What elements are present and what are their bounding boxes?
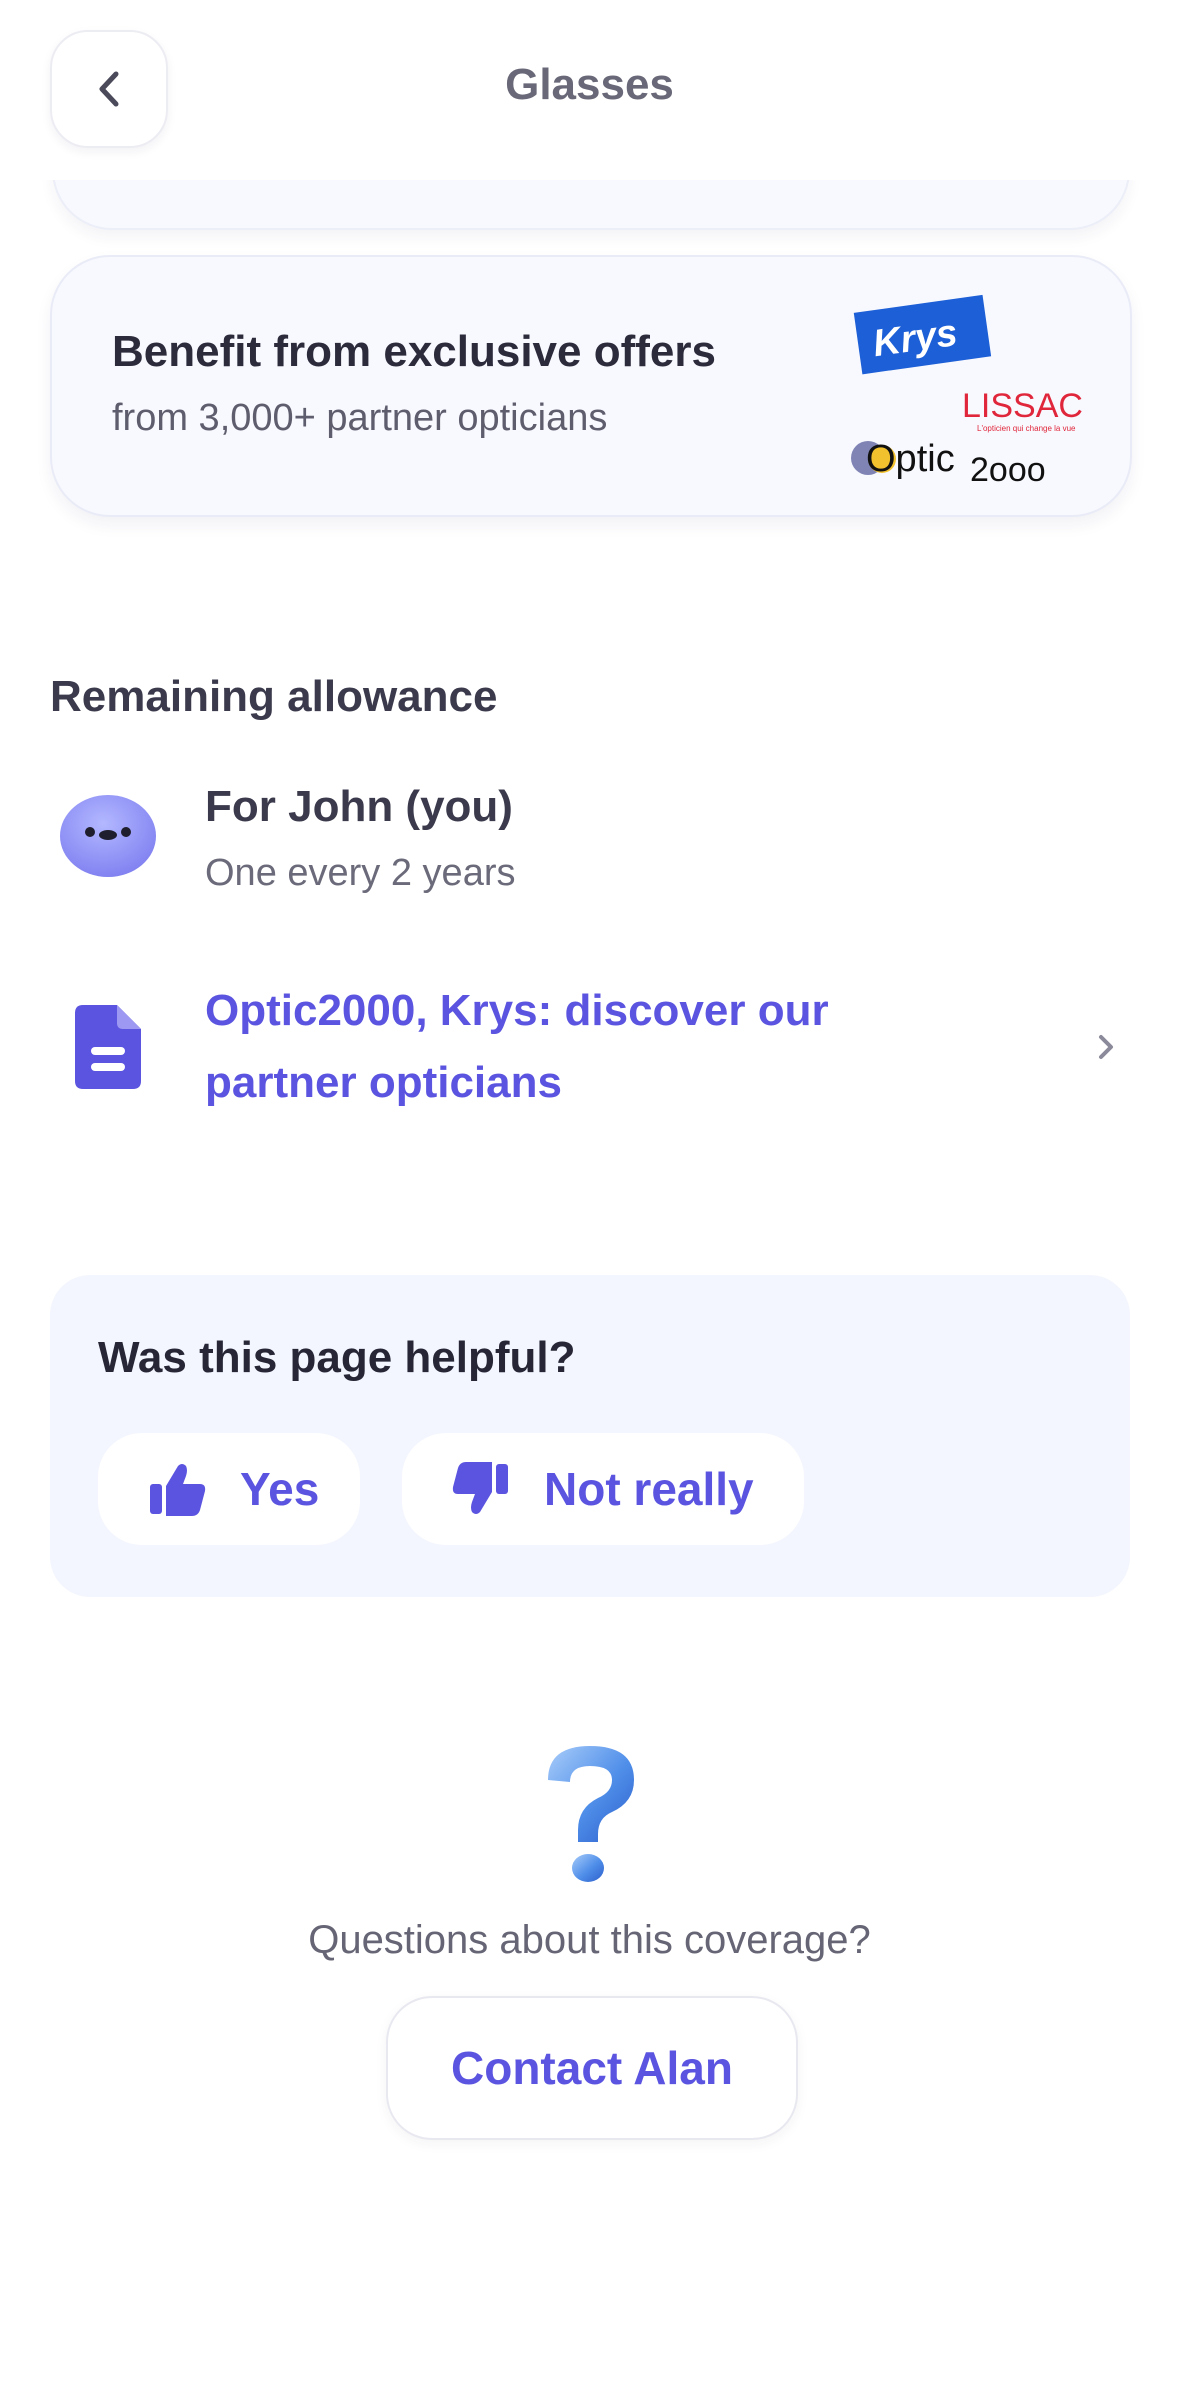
coverage-question-text: Questions about this coverage?: [308, 1918, 871, 1962]
remaining-allowance-title: Remaining allowance: [50, 672, 498, 721]
partner-opticians-link[interactable]: Optic2000, Krys: discover our partner op…: [0, 975, 1179, 1135]
page-title: Glasses: [505, 60, 674, 109]
yes-label: Yes: [240, 1463, 320, 1515]
thumbs-down-icon: [452, 1462, 508, 1514]
svg-text:Optic: Optic: [866, 438, 955, 480]
document-icon: [75, 1005, 141, 1089]
svg-text:2ooo: 2ooo: [970, 451, 1046, 487]
feedback-question: Was this page helpful?: [98, 1333, 576, 1382]
allowance-frequency: One every 2 years: [205, 852, 516, 894]
optic2000-logo: Optic 2ooo: [851, 438, 1046, 487]
partner-logos: Krys LISSAC L'opticien qui change la vue…: [851, 294, 1083, 487]
beneficiary-name: For John (you): [205, 782, 513, 831]
svg-text:L'opticien qui change la vue: L'opticien qui change la vue: [977, 424, 1076, 433]
exclusive-offers-card[interactable]: Benefit from exclusive offers from 3,000…: [50, 255, 1132, 517]
lissac-logo: LISSAC L'opticien qui change la vue: [962, 387, 1083, 433]
contact-alan-button[interactable]: Contact Alan: [386, 1996, 798, 2140]
question-mark-icon: [548, 1746, 634, 1882]
krys-logo: Krys: [853, 294, 992, 375]
feedback-card: Was this page helpful? Yes Not really: [50, 1275, 1130, 1597]
blob-avatar-icon: [60, 795, 156, 877]
offer-subtitle: from 3,000+ partner opticians: [112, 397, 608, 439]
not-really-button[interactable]: Not really: [402, 1433, 804, 1545]
offer-title: Benefit from exclusive offers: [112, 327, 716, 376]
chevron-right-icon: [1099, 1035, 1113, 1059]
thumbs-up-icon: [150, 1464, 206, 1516]
svg-text:LISSAC: LISSAC: [962, 387, 1083, 425]
yes-button[interactable]: Yes: [98, 1433, 360, 1545]
partner-link-label: Optic2000, Krys: discover our partner op…: [205, 986, 829, 1107]
not-really-label: Not really: [544, 1463, 754, 1515]
top-bar: Glasses: [0, 0, 1179, 180]
